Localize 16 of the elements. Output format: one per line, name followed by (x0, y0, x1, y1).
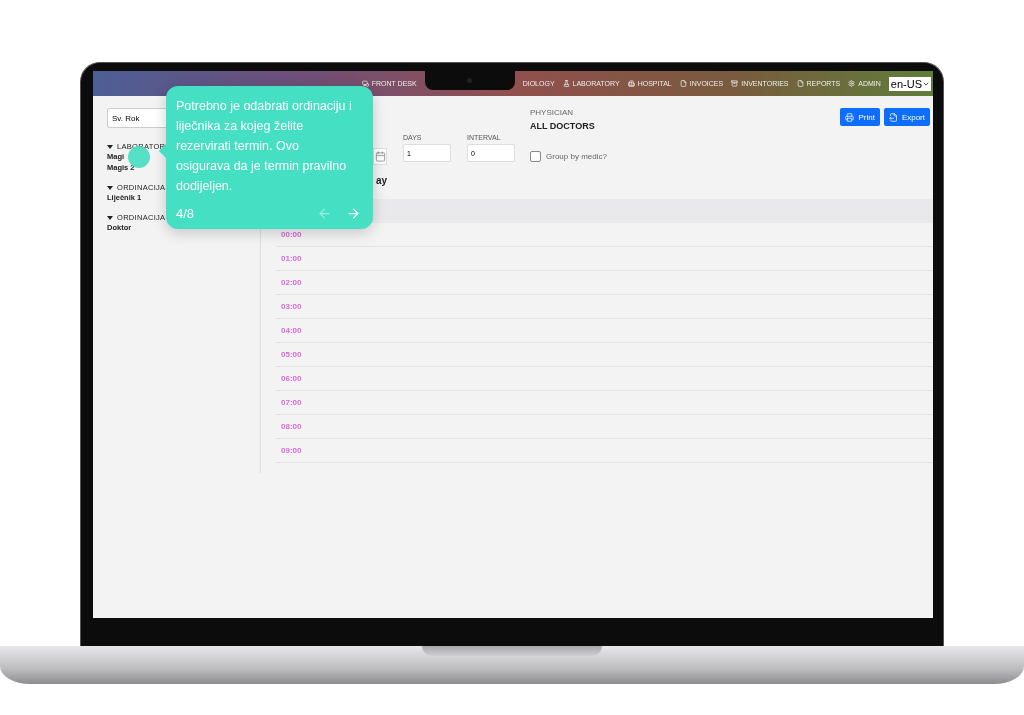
step-counter: 4/8 (176, 206, 195, 221)
time-label: 09:00 (281, 446, 302, 455)
time-label: 00:00 (281, 230, 302, 239)
time-label: 04:00 (281, 326, 302, 335)
field-label: PHYSICIAN (530, 108, 575, 117)
checkbox-label: Group by medic? (546, 152, 607, 161)
physician-value: ALL DOCTORS (530, 121, 596, 131)
time-label: 01:00 (281, 254, 302, 263)
time-label: 07:00 (281, 398, 302, 407)
time-label: 06:00 (281, 374, 302, 383)
time-label: 02:00 (281, 278, 302, 287)
time-label: 05:00 (281, 350, 302, 359)
tooltip-text: Potrebno je odabrati ordinaciju i liječnika za kojeg želite rezervirati termin. Ovo osigurava da je termin pravilno dodijeljen. (176, 98, 353, 195)
time-label: 08:00 (281, 422, 302, 431)
schedule-heading: ay (376, 174, 388, 188)
time-label: 03:00 (281, 302, 302, 311)
